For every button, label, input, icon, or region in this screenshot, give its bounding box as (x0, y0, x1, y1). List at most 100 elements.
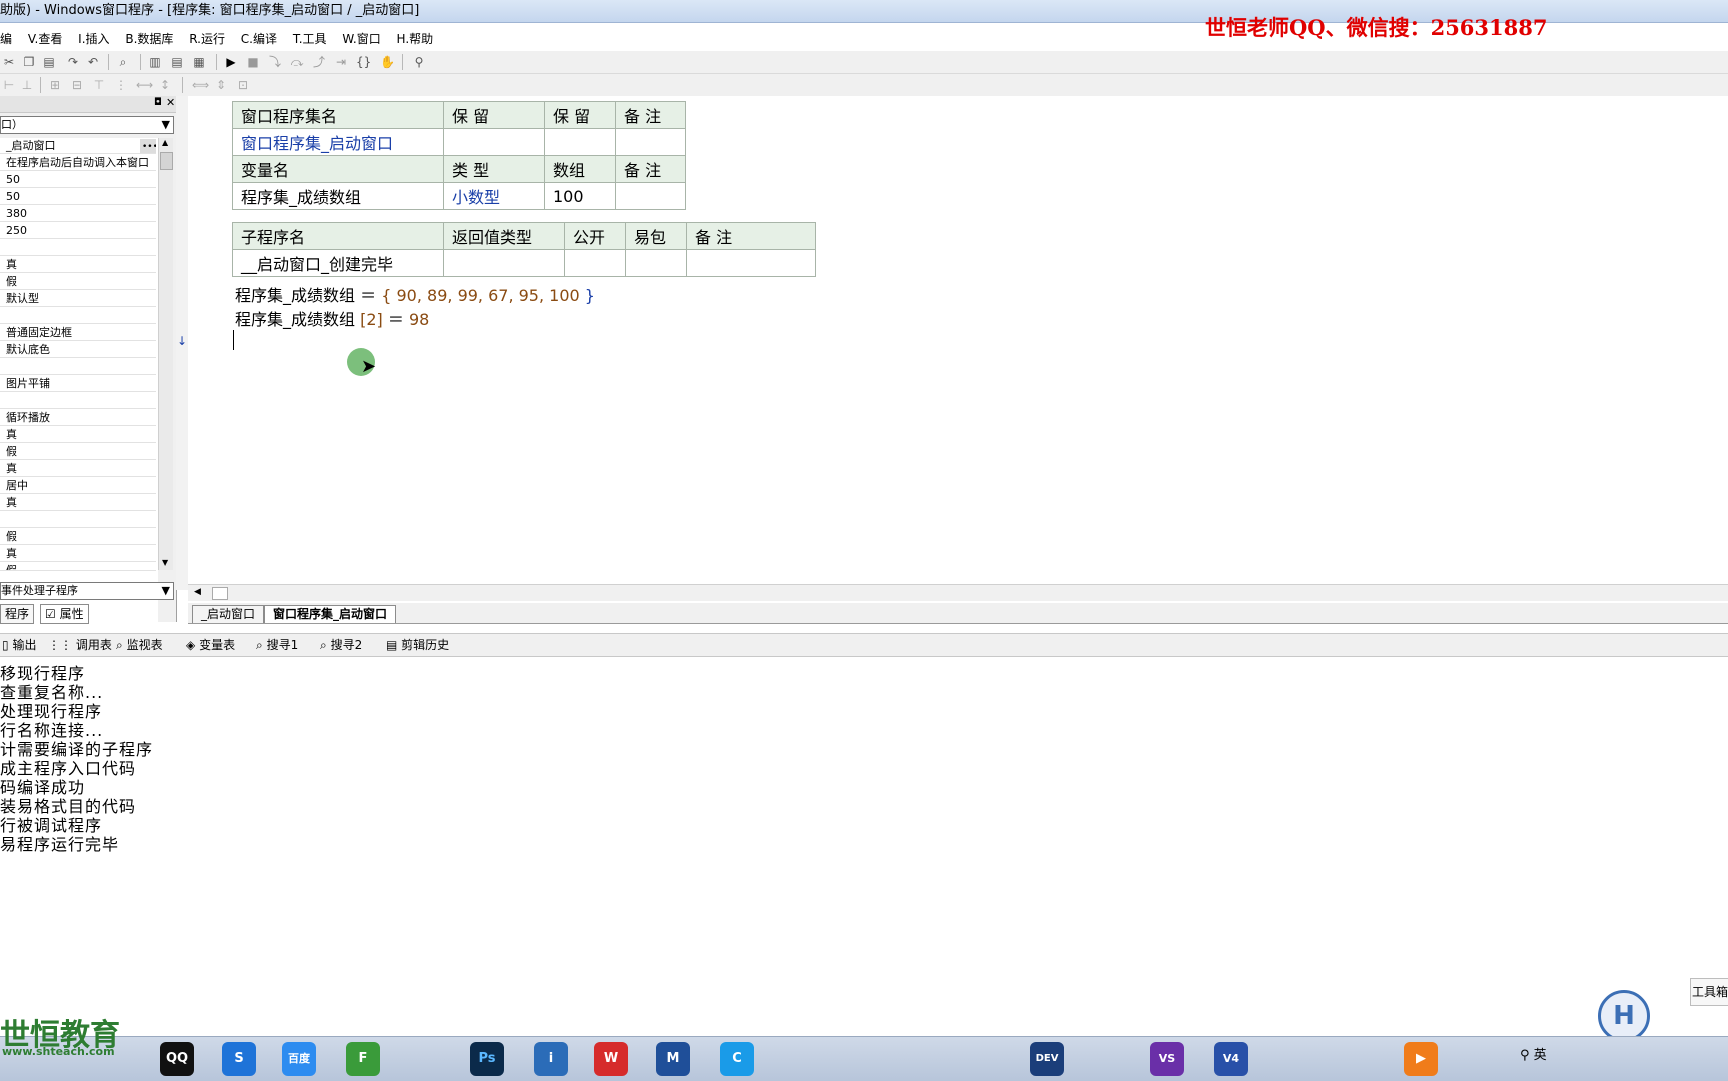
same-width-icon[interactable]: ⟺ (192, 78, 209, 92)
property-row[interactable]: 普通固定边框 (0, 325, 156, 341)
system-tray[interactable]: ⚲ 英 (1520, 1044, 1547, 1063)
top-icon[interactable]: ⊤ (92, 78, 106, 92)
tab-search1[interactable]: ⌕ 搜寻1 (256, 637, 298, 653)
wps-icon[interactable]: W (594, 1042, 628, 1076)
close-icon[interactable]: ✕ (166, 96, 175, 109)
tray-search-icon[interactable]: ⚲ (1520, 1048, 1530, 1063)
qq-icon[interactable]: QQ (160, 1042, 194, 1076)
property-row[interactable]: 50 (0, 189, 156, 205)
run-icon[interactable]: ▶ (224, 55, 238, 69)
step-into-icon[interactable]: ⤵ (268, 55, 282, 69)
table-cell[interactable] (443, 128, 545, 156)
devcpp-icon[interactable]: DEV (1030, 1042, 1064, 1076)
menu-help[interactable]: H.帮助 (397, 32, 434, 46)
table-cell[interactable] (615, 182, 686, 210)
property-row[interactable] (0, 240, 156, 256)
property-row[interactable]: 50 (0, 172, 156, 188)
app-m-icon[interactable]: M (656, 1042, 690, 1076)
property-row[interactable]: 居中 (0, 478, 156, 494)
binoculars-icon[interactable]: ⚲ (412, 55, 426, 69)
editor-hscrollbar[interactable]: ◀ (188, 584, 1728, 601)
menu-window[interactable]: W.窗口 (342, 32, 380, 46)
chat-app-icon[interactable]: C (720, 1042, 754, 1076)
property-row[interactable]: 真 (0, 461, 156, 477)
table-cell[interactable] (443, 249, 565, 277)
hand-icon[interactable]: ✋ (380, 55, 395, 69)
assembly-name-cell[interactable]: 窗口程序集_启动窗口 (232, 128, 444, 156)
scroll-down-icon[interactable]: ▼ (162, 558, 168, 567)
same-height-icon[interactable]: ⇕ (214, 78, 228, 92)
property-row[interactable]: 循环播放 (0, 410, 156, 426)
tab-program[interactable]: 程序 (0, 604, 35, 624)
step-out-icon[interactable]: ⤴ (312, 55, 326, 69)
redo-icon[interactable]: ↷ (66, 55, 80, 69)
sub-name-cell[interactable]: __启动窗口_创建完毕 (232, 249, 444, 277)
space-icon[interactable]: ⋮ (114, 78, 128, 92)
tab-watch[interactable]: ⌕ 监视表 (116, 637, 163, 653)
pin-icon[interactable]: ◘ (154, 97, 162, 108)
variable-array-cell[interactable]: 100 (544, 182, 616, 210)
undo-icon[interactable]: ↶ (86, 55, 100, 69)
menu-view[interactable]: V.查看 (28, 32, 62, 46)
property-row[interactable]: 380 (0, 206, 156, 222)
menu-run[interactable]: R.运行 (189, 32, 225, 46)
app-i-icon[interactable]: i (534, 1042, 568, 1076)
scroll-thumb[interactable] (212, 587, 228, 600)
table-cell[interactable] (625, 249, 687, 277)
property-row[interactable]: 真 (0, 427, 156, 443)
distribute-h-icon[interactable]: ⟷ (136, 78, 153, 92)
input-method-label[interactable]: 英 (1534, 1048, 1547, 1063)
app-f-icon[interactable]: F (346, 1042, 380, 1076)
tab-search2[interactable]: ⌕ 搜寻2 (320, 637, 362, 653)
variable-name-cell[interactable]: 程序集_成绩数组 (232, 182, 444, 210)
paste-icon[interactable]: ▤ (42, 55, 56, 69)
menu-edit[interactable]: 编 (0, 32, 12, 46)
property-row[interactable]: 真 (0, 257, 156, 273)
sogou-icon[interactable]: S (222, 1042, 256, 1076)
watch-icon[interactable]: {} (356, 55, 371, 69)
tab-properties[interactable]: ☑ 属性 (40, 604, 89, 624)
property-row[interactable]: 假 (0, 529, 156, 545)
menu-database[interactable]: B.数据库 (125, 32, 173, 46)
variable-type-cell[interactable]: 小数型 (443, 182, 545, 210)
run-to-cursor-icon[interactable]: ⇥ (334, 55, 348, 69)
menu-tools[interactable]: T.工具 (293, 32, 327, 46)
property-row[interactable]: 默认底色 (0, 342, 156, 358)
cut-icon[interactable]: ✂ (2, 55, 16, 69)
tab-assembly[interactable]: 窗口程序集_启动窗口 (264, 605, 397, 623)
baidu-netdisk-icon[interactable]: 百度 (282, 1042, 316, 1076)
find-icon[interactable]: ⌕ (116, 55, 130, 69)
object-selector[interactable]: 口） ▼ (0, 116, 174, 134)
code-line[interactable]: 程序集_成绩数组 ＝ { 90, 89, 99, 67, 95, 100 } (235, 282, 595, 306)
tab-callstack[interactable]: ⋮⋮ 调用表 (48, 637, 112, 653)
video-player-icon[interactable]: ▶ (1404, 1042, 1438, 1076)
property-row[interactable]: 真 (0, 495, 156, 511)
layout-full-icon[interactable]: ▦ (192, 55, 206, 69)
property-row[interactable]: 图片平铺 (0, 376, 156, 392)
center-horizontal-icon[interactable]: ⊞ (48, 78, 62, 92)
property-row[interactable]: 假 (0, 563, 156, 571)
tab-start-window[interactable]: _启动窗口 (192, 605, 265, 623)
stop-icon[interactable]: ■ (246, 55, 260, 69)
property-row[interactable] (0, 512, 156, 528)
copy-icon[interactable]: ❐ (22, 55, 36, 69)
property-row[interactable]: 真 (0, 546, 156, 562)
property-row[interactable] (0, 308, 156, 324)
layout-left-icon[interactable]: ▥ (148, 55, 162, 69)
tab-output[interactable]: ▯ 输出 (2, 637, 36, 653)
scroll-left-icon[interactable]: ◀ (194, 587, 201, 597)
table-cell[interactable] (615, 128, 686, 156)
toolbox-tab[interactable]: 工具箱 (1690, 978, 1728, 1006)
output-panel[interactable]: 移现行程序 查重复名称... 处理现行程序 行名称连接... 计需要编译的子程序… (0, 660, 1728, 1030)
property-row[interactable] (0, 393, 156, 409)
center-vertical-icon[interactable]: ⊟ (70, 78, 84, 92)
property-scrollbar[interactable]: ▲ ▼ (158, 138, 173, 570)
table-cell[interactable] (686, 249, 816, 277)
table-cell[interactable] (544, 128, 616, 156)
layout-bottom-icon[interactable]: ▤ (170, 55, 184, 69)
photoshop-icon[interactable]: Ps (470, 1042, 504, 1076)
event-selector[interactable]: 事件处理子程序 ▼ (0, 582, 174, 600)
tab-variables[interactable]: ◈ 变量表 (186, 637, 235, 653)
code-line[interactable]: 程序集_成绩数组 [2] ＝ 98 (235, 306, 429, 330)
property-row[interactable]: 默认型 (0, 291, 156, 307)
